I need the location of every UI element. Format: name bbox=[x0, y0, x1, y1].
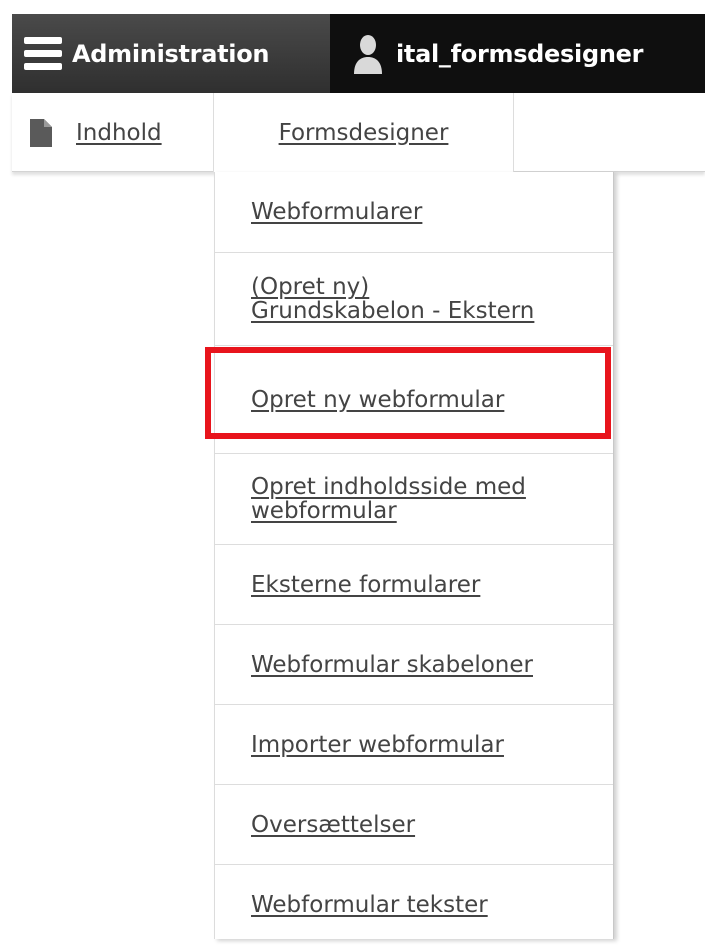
tab-content-label[interactable]: Indhold bbox=[76, 120, 162, 146]
hamburger-icon bbox=[24, 36, 62, 71]
tab-content[interactable]: Indhold bbox=[12, 93, 214, 172]
admin-toolbar: Administration ital_formsdesigner bbox=[12, 14, 705, 93]
formsdesigner-dropdown-menu: Webformularer (Opret ny) Grundskabelon -… bbox=[214, 172, 614, 939]
menu-item-oversaettelser[interactable]: Oversættelser bbox=[215, 785, 613, 865]
tab-formsdesigner[interactable]: Formsdesigner bbox=[214, 93, 514, 172]
menu-item-importer-webformular[interactable]: Importer webformular bbox=[215, 705, 613, 785]
menu-item-webformularer[interactable]: Webformularer bbox=[215, 172, 613, 253]
page-icon bbox=[30, 118, 52, 147]
menu-item-opret-indholdsside[interactable]: Opret indholdsside med webformular bbox=[215, 454, 613, 545]
administration-button[interactable]: Administration bbox=[12, 14, 330, 93]
user-button[interactable]: ital_formsdesigner bbox=[330, 14, 705, 93]
menu-item-opret-grundskabelon[interactable]: (Opret ny) Grundskabelon - Ekstern bbox=[215, 253, 613, 346]
menu-item-webformular-skabeloner[interactable]: Webformular skabeloner bbox=[215, 625, 613, 705]
user-icon bbox=[354, 34, 382, 74]
user-label: ital_formsdesigner bbox=[396, 39, 644, 68]
menu-item-eksterne-formularer[interactable]: Eksterne formularer bbox=[215, 545, 613, 625]
secondary-toolbar: Indhold Formsdesigner bbox=[12, 93, 705, 172]
menu-item-webformular-tekster[interactable]: Webformular tekster bbox=[215, 865, 613, 945]
menu-item-opret-ny-webformular[interactable]: Opret ny webformular bbox=[215, 346, 613, 454]
tab-formsdesigner-label[interactable]: Formsdesigner bbox=[279, 120, 449, 146]
administration-label: Administration bbox=[72, 39, 270, 68]
